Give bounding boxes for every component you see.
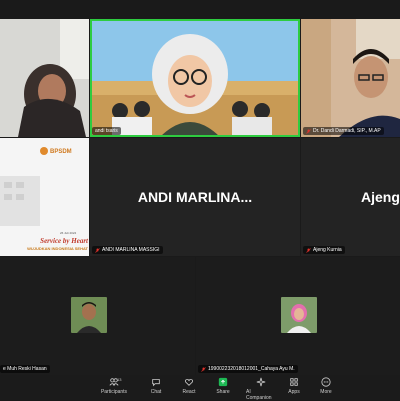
avatar bbox=[71, 297, 107, 333]
share-icon bbox=[218, 377, 228, 387]
toolbar-label: Chat bbox=[150, 389, 162, 395]
top-bar bbox=[0, 0, 400, 19]
name-tag: ANDI MARLINA MASSIGI bbox=[92, 246, 163, 254]
toolbar-label: Participants bbox=[100, 389, 128, 395]
apps-button[interactable]: Apps bbox=[279, 377, 309, 395]
video-tile-ajeng[interactable]: Ajeng Ajeng Kurnia bbox=[301, 138, 400, 256]
participant-display-name: ANDI MARLINA... bbox=[137, 189, 253, 205]
participants-count: 13 bbox=[117, 377, 122, 382]
chat-button[interactable]: Chat bbox=[141, 377, 171, 395]
toolbar-label: AI Companion bbox=[246, 389, 272, 401]
share-button[interactable]: Share bbox=[208, 377, 238, 395]
video-tile-andi-tsaris[interactable]: andi tsaris bbox=[90, 19, 300, 137]
participant-video bbox=[0, 19, 89, 137]
video-tile-participant-1[interactable] bbox=[0, 19, 89, 137]
participant-name: 199002232018012001_Cahaya Ayu M. bbox=[208, 366, 295, 372]
apps-icon bbox=[290, 378, 298, 386]
avatar bbox=[281, 297, 317, 333]
video-tile-andi-marlina-name[interactable]: ANDI MARLINA... ANDI MARLINA MASSIGI bbox=[90, 138, 300, 256]
toolbar-label: Share bbox=[216, 389, 230, 395]
muted-mic-icon bbox=[201, 366, 206, 372]
participant-display-name: Ajeng bbox=[361, 189, 400, 205]
toolbar-label: More bbox=[320, 389, 332, 395]
slide-title: Service by Heart bbox=[40, 237, 89, 245]
slide-image: BPSDM 26 Juli 2024 Service by Heart WUJU… bbox=[0, 138, 89, 256]
slide-brand: BPSDM bbox=[50, 149, 72, 155]
muted-mic-icon bbox=[306, 128, 311, 134]
participant-name: Dr. Dandi Darmadi, SIP., M.AP bbox=[313, 128, 381, 134]
chat-icon bbox=[152, 379, 160, 387]
avatar-video bbox=[90, 19, 300, 137]
participant-name: Ajeng Kurnia bbox=[313, 247, 342, 253]
ai-companion-icon bbox=[256, 377, 266, 387]
more-button[interactable]: More bbox=[311, 377, 341, 395]
slide-subtitle: WUJUDKAN INDONESIA SEHAT bbox=[27, 246, 88, 251]
participant-name: ANDI MARLINA MASSIGI bbox=[102, 247, 160, 253]
participant-name: e Muh Reski Hasan bbox=[3, 366, 47, 372]
video-tile-reski-hasan[interactable]: e Muh Reski Hasan bbox=[0, 257, 195, 375]
participant-video bbox=[301, 19, 400, 137]
toolbar-label: React bbox=[182, 389, 196, 395]
muted-mic-icon bbox=[95, 247, 100, 253]
react-button[interactable]: React bbox=[174, 377, 204, 395]
name-tag: Dr. Dandi Darmadi, SIP., M.AP bbox=[303, 127, 384, 135]
toolbar-label: Apps bbox=[288, 389, 300, 395]
participants-button[interactable]: 13 Participants bbox=[99, 377, 129, 395]
name-tag: andi tsaris bbox=[92, 127, 121, 135]
muted-mic-icon bbox=[306, 247, 311, 253]
video-tile-cahaya-ayu[interactable]: 199002232018012001_Cahaya Ayu M. bbox=[196, 257, 400, 375]
name-tag: e Muh Reski Hasan bbox=[0, 365, 50, 373]
slide-date: 26 Juli 2024 bbox=[60, 231, 77, 235]
more-icon bbox=[321, 377, 331, 387]
react-icon bbox=[185, 379, 193, 386]
video-tile-dandi-darmadi[interactable]: Dr. Dandi Darmadi, SIP., M.AP bbox=[301, 19, 400, 137]
participant-name: andi tsaris bbox=[95, 128, 118, 134]
ai-companion-button[interactable]: AI Companion bbox=[246, 377, 276, 401]
video-tile-andi-marlina[interactable]: BPSDM 26 Juli 2024 Service by Heart WUJU… bbox=[0, 138, 89, 256]
name-tag: 199002232018012001_Cahaya Ayu M. bbox=[198, 365, 298, 373]
name-tag: Ajeng Kurnia bbox=[303, 246, 345, 254]
meeting-toolbar: 13 Participants Chat React Share AI Comp… bbox=[0, 375, 400, 401]
